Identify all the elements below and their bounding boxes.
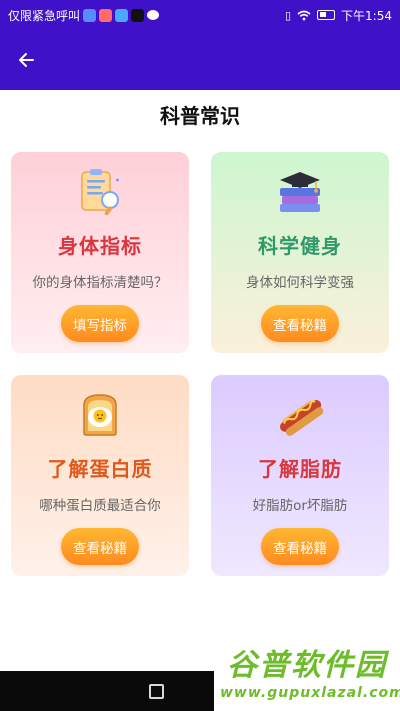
card-description: 哪种蛋白质最适合你 xyxy=(39,498,161,514)
card-protein[interactable]: 了解蛋白质 哪种蛋白质最适合你 查看秘籍 xyxy=(11,375,189,576)
battery-icon xyxy=(317,10,336,20)
view-tips-button[interactable]: 查看秘籍 xyxy=(61,528,139,565)
notification-app-icon xyxy=(83,8,97,22)
arrow-left-icon xyxy=(19,53,34,67)
page-title: 科普常识 xyxy=(160,104,240,128)
status-time: 下午1:54 xyxy=(341,8,392,23)
fill-metrics-button[interactable]: 填写指标 xyxy=(61,305,139,342)
card-title: 科学健身 xyxy=(258,234,342,258)
card-description: 好脂肪or坏脂肪 xyxy=(252,498,348,514)
card-fat[interactable]: 了解脂肪 好脂肪or坏脂肪 查看秘籍 xyxy=(211,375,389,576)
watermark-name: 谷普软件园 xyxy=(227,648,387,683)
egg-toast-icon xyxy=(83,394,117,436)
card-description: 身体如何科学变强 xyxy=(246,275,354,291)
view-tips-button[interactable]: 查看秘籍 xyxy=(261,528,339,565)
watermark-logo: 谷普软件园 www.gupuxlazal.com xyxy=(214,644,400,711)
notification-app-icon xyxy=(115,8,129,22)
status-left: 仅限紧急呼叫 xyxy=(8,7,160,24)
card-scientific-fitness[interactable]: 科学健身 身体如何科学变强 查看秘籍 xyxy=(211,152,389,353)
watermark-url: www.gupuxlazal.com xyxy=(220,685,400,701)
message-bubble-icon xyxy=(147,10,160,20)
app-bar xyxy=(0,30,400,90)
clipboard-icon xyxy=(81,169,119,216)
card-title: 了解脂肪 xyxy=(258,457,342,481)
card-title: 身体指标 xyxy=(58,234,142,258)
wifi-icon xyxy=(297,10,311,20)
hotdog-icon xyxy=(280,399,324,436)
card-description: 你的身体指标清楚吗？ xyxy=(32,275,168,291)
status-right: ▯ 下午1:54 xyxy=(285,7,392,24)
recent-apps-button[interactable] xyxy=(148,683,164,699)
status-bar: 仅限紧急呼叫 ▯ 下午1:54 xyxy=(0,0,400,30)
tiktok-icon xyxy=(131,8,145,22)
books-graduation-cap-icon xyxy=(280,172,320,212)
back-button[interactable] xyxy=(14,48,38,72)
vibrate-icon: ▯ xyxy=(284,8,292,22)
notification-app-icon xyxy=(99,8,113,22)
card-title: 了解蛋白质 xyxy=(47,457,153,481)
card-body-metrics[interactable]: 身体指标 你的身体指标清楚吗？ 填写指标 xyxy=(11,152,189,353)
view-tips-button[interactable]: 查看秘籍 xyxy=(261,305,339,342)
carrier-text: 仅限紧急呼叫 xyxy=(8,8,81,23)
